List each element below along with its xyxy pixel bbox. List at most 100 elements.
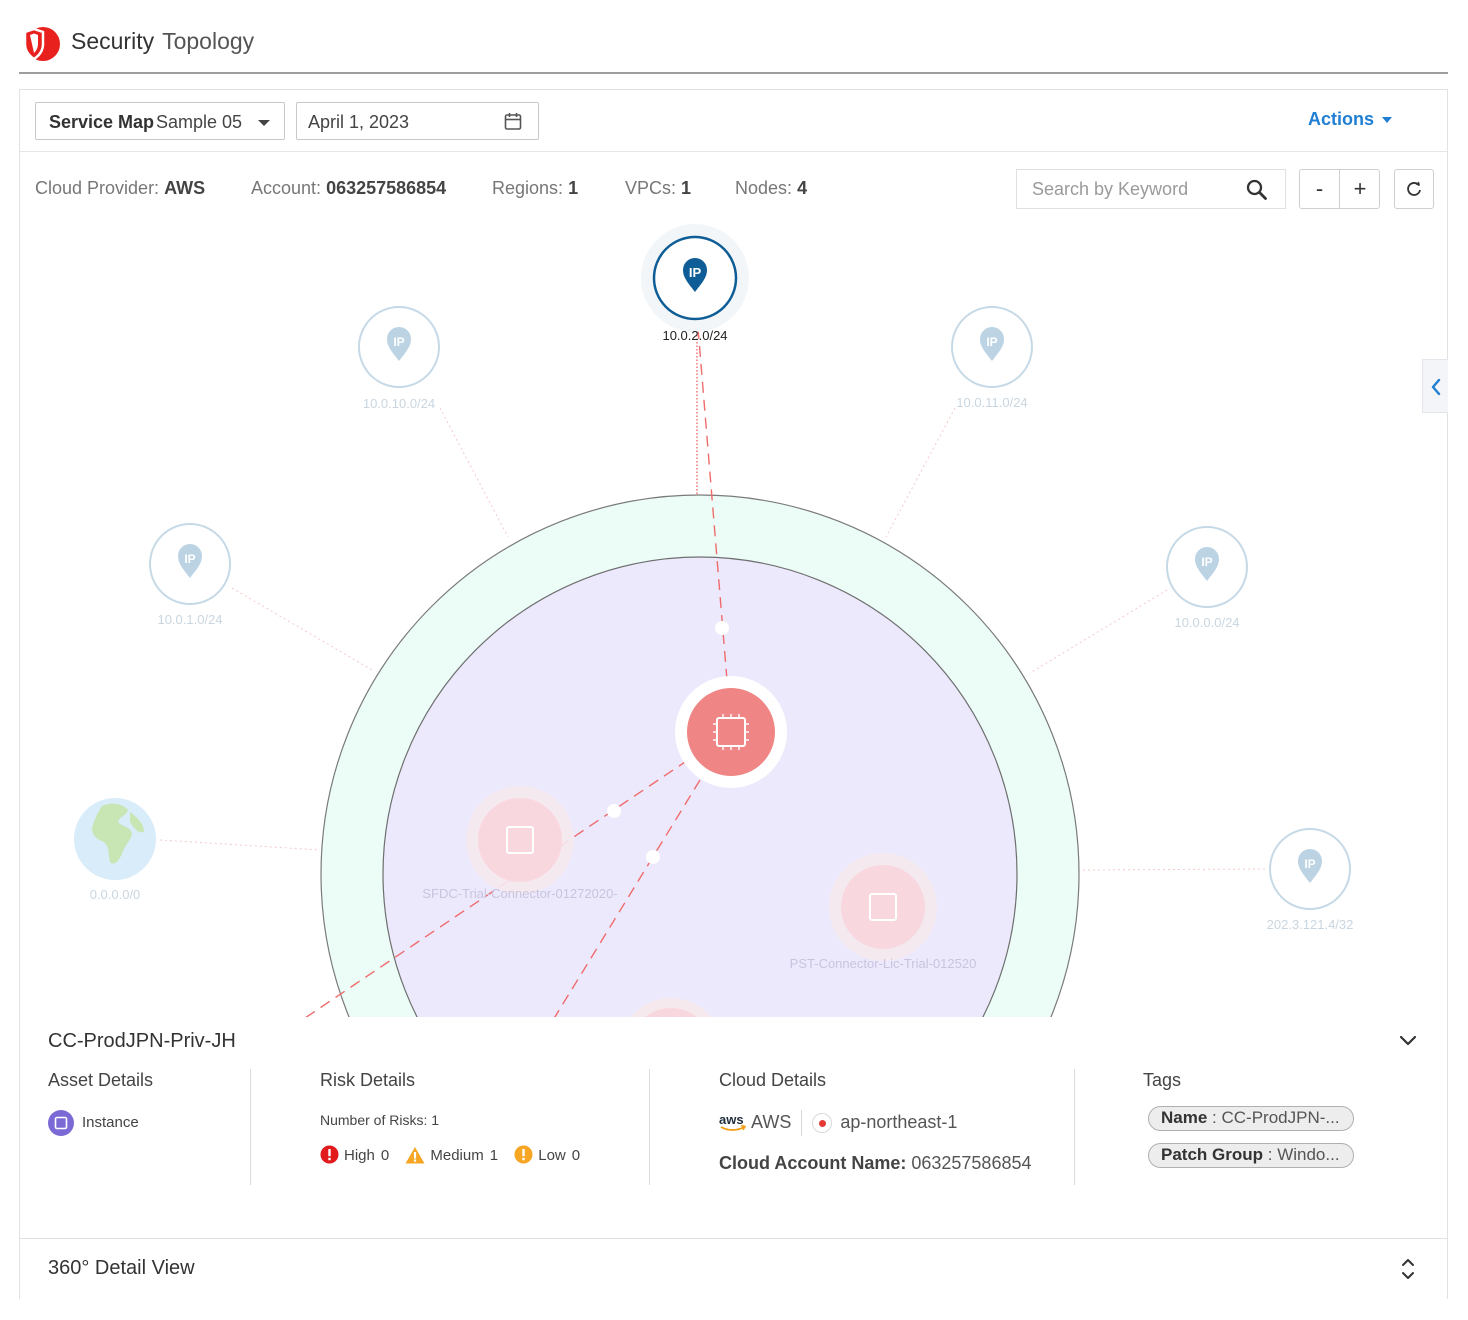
date-value: April 1, 2023 — [308, 112, 410, 132]
instance-node[interactable]: SFDC-Trial-Connector-01272020- — [422, 786, 618, 901]
actions-menu-button[interactable]: Actions — [1308, 109, 1392, 130]
asset-type: Instance — [48, 1110, 139, 1136]
high-risk-icon — [320, 1145, 339, 1164]
stat-value: 063257586854 — [326, 178, 447, 198]
medium-risk-icon — [405, 1147, 425, 1164]
stat-label: Account: — [251, 178, 322, 198]
internet-globe-node[interactable]: 0.0.0.0/0 — [74, 798, 156, 902]
low-risk-icon — [514, 1145, 533, 1164]
ip-marker-text: IP — [1304, 857, 1315, 871]
instance-icon — [48, 1110, 74, 1136]
tag-value: Windo... — [1277, 1145, 1340, 1164]
tag-chip[interactable]: Patch Group : Windo... — [1148, 1143, 1354, 1168]
stat-account: Account: 063257586854 — [251, 178, 446, 199]
cloud-region: ap-northeast-1 — [840, 1111, 958, 1132]
risk-low: Low 0 — [514, 1145, 580, 1164]
stat-vpcs: VPCs: 1 — [625, 178, 691, 199]
column-divider — [250, 1069, 251, 1185]
ip-node-label: 10.0.0.0/24 — [1174, 615, 1239, 630]
detail-360-view-bar[interactable]: 360° Detail View — [20, 1238, 1447, 1299]
asset-type-label: Instance — [82, 1113, 139, 1131]
tag-key: Name — [1161, 1108, 1208, 1127]
cloud-details-heading: Cloud Details — [719, 1070, 827, 1090]
tag-chip[interactable]: Name : CC-ProdJPN-... — [1148, 1106, 1354, 1131]
risk-high: High 0 — [320, 1145, 389, 1164]
cloud-account-label: Cloud Account Name: — [719, 1153, 907, 1173]
column-divider — [1074, 1069, 1075, 1185]
tag-value: CC-ProdJPN-... — [1221, 1108, 1340, 1127]
refresh-button[interactable] — [1394, 169, 1434, 209]
ip-node[interactable]: IP 10.0.10.0/24 — [358, 306, 440, 411]
stat-label: Nodes: — [735, 178, 793, 198]
cloud-account-value: 063257586854 — [911, 1153, 1032, 1173]
asset-details-heading: Asset Details — [48, 1070, 154, 1090]
toolbar: Service Map Sample 05 April 1, 2023 Acti… — [20, 90, 1447, 152]
chevron-left-icon — [1431, 378, 1441, 396]
chevron-down-icon — [258, 120, 270, 126]
stat-value: 1 — [681, 178, 692, 198]
column-divider — [649, 1069, 650, 1185]
actions-label: Actions — [1307, 109, 1374, 129]
ip-node-label: 10.0.2.0/24 — [662, 328, 727, 343]
asset-detail-panel: CC-ProdJPN-Priv-JH Asset Details Instanc… — [20, 1018, 1447, 1237]
risk-details-heading: Risk Details — [320, 1070, 416, 1090]
stat-cloud-provider: Cloud Provider: AWS — [35, 178, 205, 199]
tag-key: Patch Group — [1161, 1145, 1264, 1164]
page-title-primary: Security — [71, 28, 155, 54]
ip-marker-text: IP — [393, 335, 404, 349]
date-picker[interactable]: April 1, 2023 — [296, 102, 539, 140]
topology-panel: Service Map Sample 05 April 1, 2023 Acti… — [19, 89, 1448, 1299]
ip-node-label: 10.0.1.0/24 — [157, 612, 222, 627]
instance-label: PST-Connector-Lic-Trial-012520 — [790, 956, 977, 971]
ip-node-label: 202.3.121.4/32 — [1267, 917, 1354, 932]
stat-value: AWS — [164, 178, 206, 198]
asset-title: CC-ProdJPN-Priv-JH — [48, 1030, 236, 1052]
caret-down-icon — [1382, 117, 1392, 124]
chevron-down-icon[interactable] — [1398, 1034, 1418, 1048]
ip-node[interactable]: IP 202.3.121.4/32 — [1267, 828, 1354, 932]
ip-node-active[interactable]: IP 10.0.2.0/24 — [641, 224, 749, 343]
risk-count: Number of Risks: 1 — [320, 1112, 440, 1128]
service-map-select[interactable]: Service Map Sample 05 — [35, 102, 285, 140]
instance-label: SFDC-Trial-Connector-01272020- — [422, 886, 617, 901]
instance-node-active[interactable] — [675, 676, 787, 788]
calendar-icon — [504, 113, 522, 130]
service-map-label: Service Map — [49, 112, 155, 132]
ip-marker-text: IP — [184, 552, 195, 566]
search-input[interactable] — [1017, 170, 1237, 208]
search-icon[interactable] — [1246, 179, 1267, 200]
refresh-icon — [1407, 181, 1421, 196]
ip-node-label: 10.0.11.0/24 — [956, 395, 1027, 410]
ip-node[interactable]: IP 10.0.11.0/24 — [951, 306, 1033, 410]
svg-text:aws: aws — [719, 1113, 744, 1127]
aws-logo-icon: aws — [719, 1113, 747, 1131]
stat-regions: Regions: 1 — [492, 178, 578, 199]
cloud-account-name: Cloud Account Name: 063257586854 — [719, 1153, 1032, 1174]
zoom-out-button[interactable]: - — [1300, 170, 1340, 208]
expand-collapse-icon[interactable] — [1398, 1255, 1418, 1283]
ip-node[interactable]: IP 10.0.0.0/24 — [1166, 526, 1248, 630]
ip-node[interactable]: IP 10.0.1.0/24 — [149, 523, 231, 627]
app-header: Security Topology — [19, 0, 1448, 74]
zoom-controls: - + — [1299, 169, 1380, 209]
active-edges — [305, 327, 728, 1017]
side-panel-toggle[interactable] — [1422, 359, 1448, 413]
region-status-icon — [812, 1113, 833, 1133]
internet-node-label: 0.0.0.0/0 — [90, 887, 141, 902]
instance-node[interactable]: PST-Connector-Lic-Trial-012520 — [790, 853, 977, 971]
stat-label: Cloud Provider: — [35, 178, 160, 198]
ip-marker-text: IP — [1201, 555, 1212, 569]
stat-value: 4 — [797, 178, 808, 198]
tags-heading: Tags — [1143, 1070, 1182, 1090]
zoom-in-button[interactable]: + — [1340, 170, 1380, 208]
stat-label: VPCs: — [625, 178, 677, 198]
ip-marker-text: IP — [986, 335, 997, 349]
ip-marker-text: IP — [689, 265, 702, 280]
divider — [801, 1110, 803, 1136]
page-title: Security Topology — [71, 28, 254, 55]
stat-label: Regions: — [492, 178, 564, 198]
stat-value: 1 — [568, 178, 579, 198]
keyword-search — [1016, 169, 1286, 209]
faint-edges — [159, 407, 1266, 871]
cloud-provider: AWS — [751, 1111, 792, 1132]
